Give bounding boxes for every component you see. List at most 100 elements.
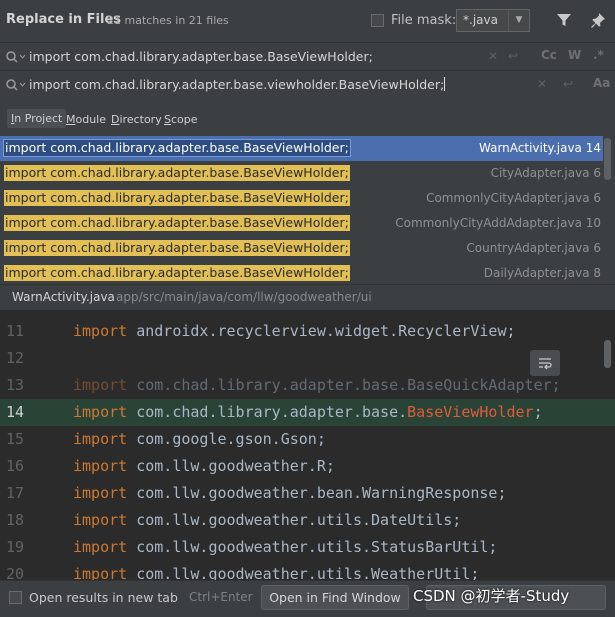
newline-icon[interactable]: ↩: [508, 49, 518, 63]
filter-icon[interactable]: [556, 12, 572, 28]
result-match: import com.chad.library.adapter.base.Bas…: [4, 240, 350, 256]
result-row[interactable]: import com.chad.library.adapter.base.Bas…: [0, 211, 603, 236]
code-text: import com.chad.library.adapter.base.Bas…: [73, 376, 561, 394]
result-file: CommonlyCityAdapter.java 6: [426, 191, 601, 205]
mnemonic: S: [164, 113, 171, 126]
line-number: 14: [6, 403, 25, 421]
find-input[interactable]: import com.chad.library.adapter.base.Bas…: [29, 49, 373, 64]
match-text: BaseViewHolder: [407, 403, 534, 421]
results-list: import com.chad.library.adapter.base.Bas…: [0, 136, 615, 284]
find-row: import com.chad.library.adapter.base.Bas…: [0, 42, 615, 71]
match-count: 21 matches in 21 files: [107, 14, 229, 27]
result-match: import com.chad.library.adapter.base.Bas…: [4, 190, 350, 206]
pin-icon[interactable]: [590, 12, 606, 28]
keyword: import: [73, 457, 128, 475]
result-row[interactable]: import com.chad.library.adapter.base.Bas…: [0, 136, 603, 161]
result-file: CommonlyCityAddAdapter.java 10: [395, 216, 601, 230]
search-icon[interactable]: [5, 50, 27, 64]
code-text: import com.google.gson.Gson;: [73, 430, 326, 448]
result-match: import com.chad.library.adapter.base.Bas…: [4, 265, 350, 281]
scope-module[interactable]: Module: [66, 113, 106, 126]
code-line: 13 import com.chad.library.adapter.base.B…: [0, 372, 615, 399]
scope-bar: In Project Module Directory Scope: [0, 98, 615, 136]
result-file: CityAdapter.java 6: [490, 166, 601, 180]
file-mask-dropdown[interactable]: *.java ▼: [456, 9, 530, 32]
preview-file-path: app/src/main/java/com/llw/goodweather/ui: [116, 290, 372, 304]
result-file: DailyAdapter.java 8: [483, 266, 601, 280]
code-line: 12: [0, 345, 615, 372]
clear-icon[interactable]: ✕: [488, 49, 498, 63]
dialog-header: Replace in Files 21 matches in 21 files …: [0, 0, 615, 42]
code-line: 15 import com.google.gson.Gson;: [0, 426, 615, 453]
code-line: 20 import com.llw.goodweather.utils.Weath…: [0, 561, 615, 580]
line-number: 20: [6, 565, 25, 580]
line-number: 18: [6, 511, 25, 529]
keyword: import: [73, 565, 128, 580]
keyword: import: [73, 430, 128, 448]
editor-scrollbar[interactable]: [604, 340, 611, 368]
keyword: import: [73, 511, 128, 529]
preview-path-bar: WarnActivity.java app/src/main/java/com/…: [0, 284, 615, 310]
mnemonic: D: [111, 113, 120, 126]
watermark: CSDN @初学者-Study: [413, 587, 570, 605]
line-number: 11: [6, 322, 25, 340]
clear-icon[interactable]: ✕: [537, 77, 547, 91]
match-case-toggle[interactable]: Cc: [541, 48, 557, 62]
dialog-title: Replace in Files: [6, 12, 121, 27]
code-line: 19 import com.llw.goodweather.utils.Statu…: [0, 534, 615, 561]
scope-in-project[interactable]: In Project: [7, 109, 67, 128]
code-text: import com.llw.goodweather.utils.Weather…: [73, 561, 479, 580]
keyword: import: [73, 322, 128, 340]
code-preview[interactable]: 11 import androidx.recyclerview.widget.Re…: [0, 310, 615, 580]
line-number: 12: [6, 349, 25, 367]
result-row[interactable]: import com.chad.library.adapter.base.Bas…: [0, 261, 603, 284]
mnemonic: M: [66, 113, 76, 126]
preserve-case-toggle[interactable]: Aa: [593, 76, 610, 90]
code-text: import com.llw.goodweather.R;: [73, 457, 335, 475]
scope-scope[interactable]: Scope: [164, 113, 198, 126]
chevron-down-icon[interactable]: ▼: [508, 10, 529, 31]
soft-wrap-button[interactable]: [530, 350, 560, 376]
result-match: import com.chad.library.adapter.base.Bas…: [4, 165, 350, 181]
regex-toggle[interactable]: .*: [593, 48, 604, 62]
open-find-window-button[interactable]: Open in Find Window: [261, 585, 409, 610]
replace-input-text: import com.chad.library.adapter.base.vie…: [29, 77, 445, 92]
line-number: 19: [6, 538, 25, 556]
code-text: import com.llw.goodweather.utils.StatusB…: [73, 538, 498, 556]
open-new-tab-label[interactable]: Open results in new tab: [29, 590, 178, 605]
whole-words-toggle[interactable]: W: [568, 48, 581, 62]
code-line: 16 import com.llw.goodweather.R;: [0, 453, 615, 480]
line-number: 15: [6, 430, 25, 448]
result-file: WarnActivity.java 14: [479, 141, 601, 155]
line-number: 13: [6, 376, 25, 394]
result-row[interactable]: import com.chad.library.adapter.base.Bas…: [0, 186, 603, 211]
file-mask-checkbox[interactable]: [371, 14, 384, 27]
result-row[interactable]: import com.chad.library.adapter.base.Bas…: [0, 161, 603, 186]
replace-input[interactable]: import com.chad.library.adapter.base.vie…: [29, 77, 446, 92]
keyword: import: [73, 403, 128, 421]
wrap-icon: [539, 358, 552, 370]
code-line: 18 import com.llw.goodweather.utils.DateU…: [0, 507, 615, 534]
code-text: import com.chad.library.adapter.base.Bas…: [73, 403, 543, 421]
search-icon[interactable]: [5, 78, 27, 92]
scope-directory[interactable]: Directory: [111, 113, 162, 126]
open-new-tab-checkbox[interactable]: [9, 591, 22, 604]
shortcut-hint: Ctrl+Enter: [189, 590, 253, 604]
line-number: 17: [6, 484, 25, 502]
code-text: import com.llw.goodweather.bean.WarningR…: [73, 484, 507, 502]
result-file: CountryAdapter.java 6: [466, 241, 601, 255]
code-line: 14 import com.chad.library.adapter.base.B…: [0, 399, 615, 426]
results-scrollbar[interactable]: [604, 138, 611, 180]
keyword: import: [73, 484, 128, 502]
code-line: 17 import com.llw.goodweather.bean.Warnin…: [0, 480, 615, 507]
newline-icon[interactable]: ↩: [563, 77, 573, 91]
code-line: 11 import androidx.recyclerview.widget.Re…: [0, 318, 615, 345]
result-match: import com.chad.library.adapter.base.Bas…: [4, 215, 350, 231]
text-cursor: [444, 77, 446, 91]
result-row[interactable]: import com.chad.library.adapter.base.Bas…: [0, 236, 603, 261]
mnemonic: I: [11, 112, 15, 125]
keyword: import: [73, 538, 128, 556]
replace-row: import com.chad.library.adapter.base.vie…: [0, 70, 615, 99]
result-match: import com.chad.library.adapter.base.Bas…: [3, 139, 351, 157]
code-text: import com.llw.goodweather.utils.DateUti…: [73, 511, 462, 529]
